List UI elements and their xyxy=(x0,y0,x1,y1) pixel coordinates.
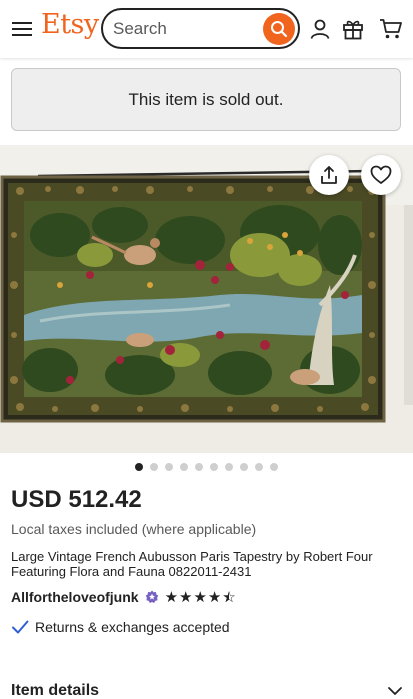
carousel-dot[interactable] xyxy=(255,463,263,471)
star-full-icon: ★ xyxy=(207,588,222,606)
etsy-logo[interactable]: Etsy xyxy=(41,9,99,40)
carousel-dot[interactable] xyxy=(180,463,188,471)
carousel-dot[interactable] xyxy=(195,463,203,471)
shop-name-link[interactable]: Allfortheloveofjunk xyxy=(11,589,139,605)
search-icon xyxy=(271,21,288,38)
menu-icon[interactable] xyxy=(10,17,34,41)
checkmark-icon xyxy=(12,620,29,634)
carousel-dot[interactable] xyxy=(270,463,278,471)
star-full-icon: ★ xyxy=(164,588,179,606)
carousel-dot[interactable] xyxy=(165,463,173,471)
search-button[interactable] xyxy=(263,13,295,45)
heart-icon xyxy=(370,165,392,184)
sold-out-notice: This item is sold out. xyxy=(11,68,401,131)
star-seller-badge-icon xyxy=(145,590,158,603)
share-button[interactable] xyxy=(309,155,349,195)
tax-note: Local taxes included (where applicable) xyxy=(11,521,257,537)
carousel-dot[interactable] xyxy=(225,463,233,471)
account-icon[interactable] xyxy=(307,16,333,42)
gift-icon[interactable] xyxy=(340,16,366,42)
carousel-dot[interactable] xyxy=(150,463,158,471)
shop-row: Allfortheloveofjunk ★★★★☆★ xyxy=(11,588,236,606)
rating-stars[interactable]: ★★★★☆★ xyxy=(165,590,236,605)
cart-icon[interactable] xyxy=(378,16,404,42)
search-input[interactable] xyxy=(113,18,253,40)
carousel-dot[interactable] xyxy=(210,463,218,471)
price: USD 512.42 xyxy=(11,486,142,513)
item-details-label: Item details xyxy=(11,682,100,699)
carousel-dot[interactable] xyxy=(240,463,248,471)
item-details-toggle[interactable]: Item details xyxy=(11,680,403,699)
chevron-down-icon xyxy=(388,687,402,695)
star-full-icon: ★ xyxy=(193,588,207,606)
carousel-pagination xyxy=(0,463,413,473)
site-header: Etsy xyxy=(0,0,413,58)
share-icon xyxy=(321,166,337,184)
star-half-icon: ☆★ xyxy=(222,588,236,606)
listing-title: Large Vintage French Aubusson Paris Tape… xyxy=(11,549,373,579)
returns-text: Returns & exchanges accepted xyxy=(35,619,230,635)
carousel-dot[interactable] xyxy=(135,463,143,471)
star-full-icon: ★ xyxy=(179,588,193,606)
listing-image[interactable] xyxy=(0,145,413,453)
favorite-button[interactable] xyxy=(361,155,401,195)
returns-row: Returns & exchanges accepted xyxy=(11,617,230,637)
search-bar xyxy=(101,8,300,49)
